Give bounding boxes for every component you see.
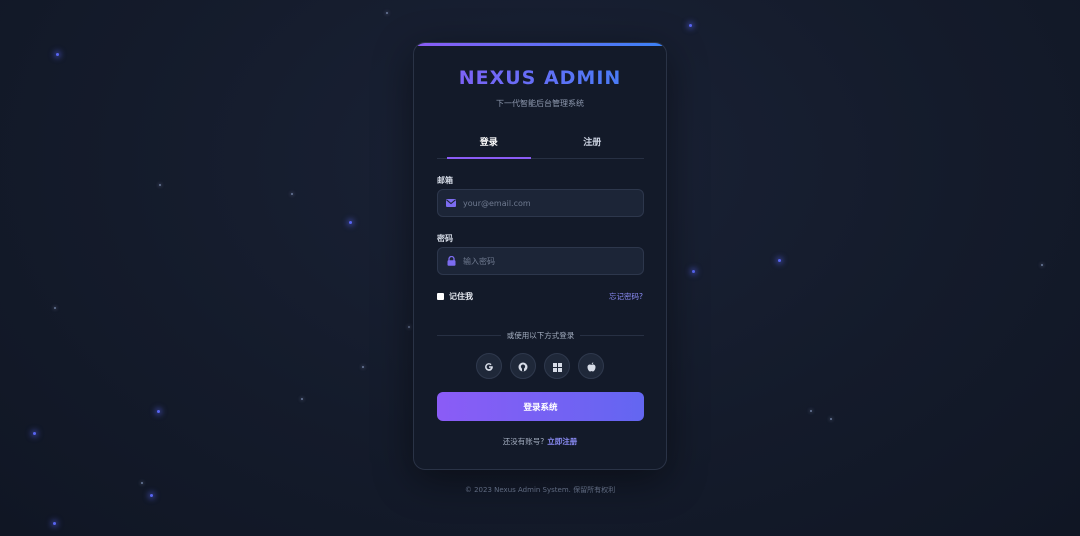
- signup-link[interactable]: 立即注册: [547, 437, 577, 446]
- star-decoration: [362, 366, 364, 368]
- signup-prompt-row: 还没有账号? 立即注册: [414, 436, 666, 447]
- apple-login-button[interactable]: [578, 353, 604, 379]
- lock-icon: [446, 256, 456, 266]
- brand-title: NEXUS ADMIN: [414, 67, 666, 89]
- divider-text: 或使用以下方式登录: [506, 330, 575, 340]
- star-decoration: [778, 259, 781, 262]
- card-accent-bar: [414, 43, 666, 46]
- apple-icon: [587, 357, 596, 376]
- star-decoration: [141, 482, 143, 484]
- password-field-wrapper: [437, 247, 644, 275]
- login-submit-button[interactable]: 登录系统: [437, 392, 644, 421]
- forgot-password-link[interactable]: 忘记密码?: [609, 291, 643, 302]
- star-decoration: [159, 184, 161, 186]
- auth-tabs: 登录 注册: [437, 133, 644, 159]
- star-decoration: [56, 53, 59, 56]
- remember-label: 记住我: [449, 292, 473, 301]
- star-decoration: [408, 326, 410, 328]
- password-label: 密码: [437, 234, 453, 243]
- star-decoration: [291, 193, 293, 195]
- tab-register[interactable]: 注册: [541, 133, 645, 158]
- email-field-wrapper: [437, 189, 644, 217]
- remember-checkbox[interactable]: [437, 293, 444, 300]
- star-decoration: [349, 221, 352, 224]
- email-label: 邮箱: [437, 176, 453, 185]
- star-decoration: [1041, 264, 1043, 266]
- email-input[interactable]: [463, 198, 633, 208]
- copyright-footer: © 2023 Nexus Admin System. 保留所有权利: [464, 486, 616, 494]
- password-input[interactable]: [463, 256, 633, 266]
- remember-me[interactable]: 记住我: [437, 291, 473, 302]
- star-decoration: [301, 398, 303, 400]
- signup-prompt: 还没有账号?: [502, 437, 545, 446]
- star-decoration: [689, 24, 692, 27]
- star-decoration: [810, 410, 812, 412]
- microsoft-login-button[interactable]: [544, 353, 570, 379]
- social-divider: 或使用以下方式登录: [437, 329, 644, 341]
- star-decoration: [157, 410, 160, 413]
- brand-subtitle: 下一代智能后台管理系统: [496, 99, 584, 108]
- social-login-row: [414, 353, 666, 379]
- divider-line: [580, 334, 644, 336]
- star-decoration: [53, 522, 56, 525]
- tab-login[interactable]: 登录: [437, 133, 541, 159]
- star-decoration: [692, 270, 695, 273]
- github-login-button[interactable]: [510, 353, 536, 379]
- login-card: NEXUS ADMIN 下一代智能后台管理系统 登录 注册 邮箱 密码 记住我 …: [413, 42, 667, 470]
- google-login-button[interactable]: [476, 353, 502, 379]
- google-icon: [484, 357, 494, 376]
- envelope-icon: [446, 198, 456, 208]
- github-icon: [518, 357, 528, 376]
- star-decoration: [33, 432, 36, 435]
- star-decoration: [54, 307, 56, 309]
- star-decoration: [830, 418, 832, 420]
- microsoft-icon: [552, 357, 562, 376]
- star-decoration: [386, 12, 388, 14]
- divider-line: [437, 334, 501, 336]
